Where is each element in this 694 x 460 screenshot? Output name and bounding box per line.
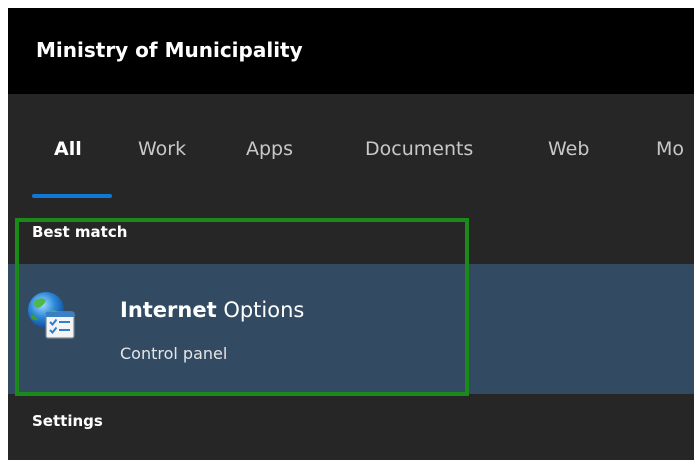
start-search-panel: Ministry of Municipality All Work Apps D… bbox=[8, 8, 694, 460]
organization-title: Ministry of Municipality bbox=[36, 38, 303, 62]
result-title-match: Internet bbox=[120, 298, 217, 322]
title-bar: Ministry of Municipality bbox=[8, 8, 694, 94]
tab-documents[interactable]: Documents bbox=[365, 138, 473, 160]
active-tab-indicator bbox=[32, 194, 112, 198]
internet-options-icon bbox=[24, 288, 78, 342]
settings-section: Settings bbox=[8, 394, 694, 460]
tab-more[interactable]: Mo bbox=[656, 138, 684, 160]
best-match-heading: Best match bbox=[32, 223, 128, 241]
result-subtitle: Control panel bbox=[120, 344, 228, 363]
tab-apps[interactable]: Apps bbox=[246, 138, 293, 160]
tab-all[interactable]: All bbox=[54, 138, 82, 160]
search-filter-tabs: All Work Apps Documents Web Mo bbox=[8, 94, 694, 206]
tab-web[interactable]: Web bbox=[548, 138, 589, 160]
tab-work[interactable]: Work bbox=[138, 138, 186, 160]
result-title-rest: Options bbox=[216, 298, 305, 322]
settings-heading: Settings bbox=[32, 412, 103, 430]
result-title: Internet Options bbox=[120, 298, 304, 322]
best-match-result[interactable]: Internet Options Control panel bbox=[8, 264, 694, 394]
